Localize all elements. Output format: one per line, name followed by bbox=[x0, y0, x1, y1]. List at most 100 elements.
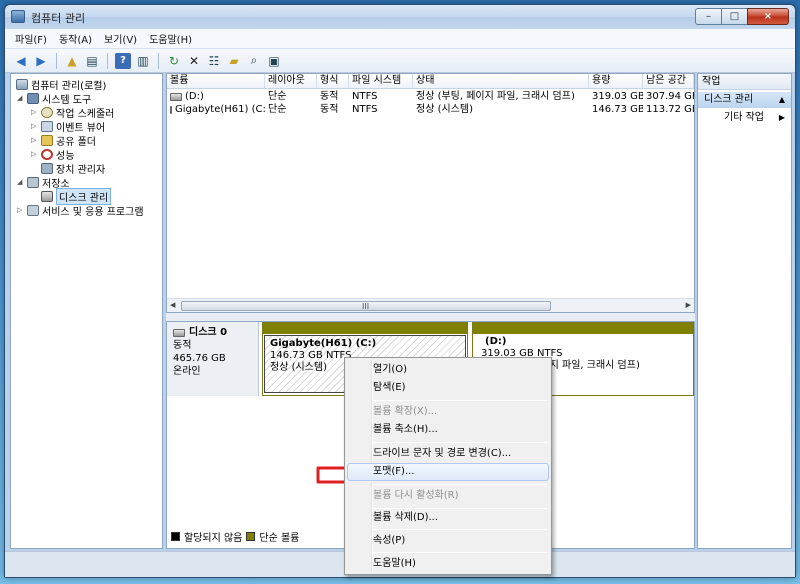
delete-icon[interactable]: ✕ bbox=[186, 53, 202, 69]
title-bar[interactable]: 컴퓨터 관리 – □ × bbox=[5, 5, 795, 29]
refresh-icon[interactable]: ↻ bbox=[166, 53, 182, 69]
volume-name: (D:) bbox=[185, 91, 204, 102]
menu-action[interactable]: 동작(A) bbox=[53, 31, 98, 46]
volume-name-cell: (D:) bbox=[167, 90, 265, 103]
menu-help[interactable]: 도움말(H) bbox=[143, 31, 198, 46]
collapse-arrow-icon[interactable]: ◢ bbox=[17, 178, 26, 186]
maximize-button[interactable]: □ bbox=[721, 8, 747, 25]
toolbar-separator bbox=[158, 52, 159, 69]
search-icon[interactable]: ⌕ bbox=[246, 53, 262, 69]
menu-item-shrink-volume[interactable]: 볼륨 축소(H)... bbox=[347, 421, 549, 439]
computer-management-icon bbox=[11, 10, 25, 23]
column-header-file-system[interactable]: 파일 시스템 bbox=[349, 74, 413, 88]
collapse-arrow-icon[interactable]: ◢ bbox=[17, 94, 26, 102]
scrollbar-thumb[interactable]: III bbox=[181, 301, 551, 311]
disk-0-label[interactable]: 디스크 0 동적 465.76 GB 온라인 bbox=[167, 322, 259, 396]
expand-arrow-icon[interactable]: ▷ bbox=[31, 108, 40, 116]
menu-item-properties[interactable]: 속성(P) bbox=[347, 532, 549, 550]
scroll-left-icon[interactable]: ◀ bbox=[170, 301, 175, 309]
actions-pane: 작업 디스크 관리 ▲ 기타 작업 ▶ bbox=[697, 73, 792, 549]
menu-separator bbox=[373, 529, 547, 530]
column-header-layout[interactable]: 레이아웃 bbox=[265, 74, 317, 88]
help-icon[interactable]: ? bbox=[115, 52, 131, 69]
expand-arrow-icon[interactable]: ▷ bbox=[31, 150, 40, 158]
volume-free-space: 113.72 GB bbox=[646, 104, 694, 115]
scroll-right-icon[interactable]: ▶ bbox=[686, 301, 691, 309]
minimize-button[interactable]: – bbox=[695, 8, 721, 25]
open-icon[interactable]: ▰ bbox=[226, 53, 242, 69]
tree-item-label: 공유 폴더 bbox=[56, 136, 96, 148]
column-header-volume[interactable]: 볼륨 bbox=[167, 74, 265, 88]
tree-item-disk-management[interactable]: 디스크 관리 bbox=[40, 187, 112, 205]
properties-icon[interactable]: ☷ bbox=[206, 53, 222, 69]
disk-icon bbox=[173, 328, 185, 337]
menu-item-open[interactable]: 열기(O) bbox=[347, 361, 549, 379]
disk-name: 디스크 0 bbox=[189, 327, 228, 338]
simple-volume-swatch bbox=[246, 532, 256, 541]
device-manager-icon bbox=[41, 162, 53, 174]
volume-row-d[interactable]: (D:) 단순 동적 NTFS 정상 (부팅, 페이지 파일, 크래시 덤프) … bbox=[167, 90, 694, 103]
action-more-actions[interactable]: 기타 작업 ▶ bbox=[698, 110, 791, 126]
menu-bar: 파일(F) 동작(A) 보기(V) 도움말(H) bbox=[5, 29, 795, 49]
volume-row-c[interactable]: Gigabyte(H61) (C:) 단순 동적 NTFS 정상 (시스템) 1… bbox=[167, 103, 694, 116]
simple-volume-bar bbox=[263, 323, 467, 334]
submenu-arrow-icon: ▶ bbox=[778, 113, 785, 122]
disk-management-icon bbox=[41, 190, 53, 202]
column-header-capacity[interactable]: 용량 bbox=[589, 74, 643, 88]
menu-separator bbox=[373, 484, 547, 485]
menu-item-explore[interactable]: 탐색(E) bbox=[347, 379, 549, 397]
expand-arrow-icon[interactable]: ▷ bbox=[31, 122, 40, 130]
tree-item-device-manager[interactable]: 장치 관리자 bbox=[40, 161, 105, 176]
show-hide-tree-icon[interactable]: ▤ bbox=[84, 53, 100, 69]
menu-item-delete-volume[interactable]: 볼륨 삭제(D)... bbox=[347, 509, 549, 527]
menu-item-reactivate-volume[interactable]: 볼륨 다시 활성화(R) bbox=[347, 487, 549, 505]
forward-icon[interactable]: ▶ bbox=[33, 53, 49, 69]
unallocated-swatch bbox=[171, 532, 180, 541]
show-hide-action-icon[interactable]: ▥ bbox=[135, 53, 151, 69]
disk-size: 465.76 GB bbox=[173, 353, 226, 364]
export-icon[interactable]: ▣ bbox=[266, 53, 282, 69]
collapse-caret-icon[interactable]: ▲ bbox=[779, 92, 785, 108]
partition-name: (D:) bbox=[485, 336, 507, 347]
tree-item-event-viewer[interactable]: ▷ 이벤트 뷰어 bbox=[31, 119, 105, 134]
volume-list-header: 볼륨 레이아웃 형식 파일 시스템 상태 용량 남은 공간 bbox=[167, 74, 694, 89]
computer-icon bbox=[16, 78, 28, 90]
volume-capacity: 146.73 GB bbox=[592, 104, 643, 115]
column-header-status[interactable]: 상태 bbox=[413, 74, 589, 88]
menu-separator bbox=[373, 400, 547, 401]
column-header-type[interactable]: 형식 bbox=[317, 74, 349, 88]
menu-item-extend-volume[interactable]: 볼륨 확장(X)... bbox=[347, 403, 549, 421]
up-icon[interactable]: ▲ bbox=[64, 53, 80, 69]
expand-arrow-icon[interactable]: ▷ bbox=[17, 206, 26, 214]
menu-file[interactable]: 파일(F) bbox=[9, 31, 53, 46]
services-icon bbox=[27, 204, 39, 216]
actions-section-disk-management[interactable]: 디스크 관리 ▲ bbox=[698, 92, 791, 108]
back-icon[interactable]: ◀ bbox=[13, 53, 29, 69]
menu-item-help[interactable]: 도움말(H) bbox=[347, 555, 549, 573]
tree-item-label: 시스템 도구 bbox=[42, 94, 92, 106]
tree-item-services-applications[interactable]: ▷ 서비스 및 응용 프로그램 bbox=[17, 203, 144, 218]
legend-simple-volume: 단순 볼륨 bbox=[259, 533, 300, 544]
storage-icon bbox=[27, 176, 39, 188]
column-header-free-space[interactable]: 남은 공간 bbox=[643, 74, 694, 88]
volume-layout: 단순 bbox=[268, 104, 287, 115]
tree-item-performance[interactable]: ▷ 성능 bbox=[31, 147, 75, 162]
close-button[interactable]: × bbox=[747, 8, 789, 25]
menu-view[interactable]: 보기(V) bbox=[98, 31, 143, 46]
volume-type: 동적 bbox=[320, 104, 339, 115]
tree-item-label: 컴퓨터 관리(로컬) bbox=[31, 80, 107, 92]
volume-icon bbox=[170, 105, 172, 114]
actions-header: 작업 bbox=[698, 74, 791, 90]
shared-folder-icon bbox=[41, 134, 53, 146]
horizontal-scrollbar[interactable]: ◀ III ▶ bbox=[167, 298, 694, 312]
menu-item-format[interactable]: 포맷(F)... bbox=[347, 463, 549, 481]
tree-item-label: 성능 bbox=[56, 150, 75, 162]
volume-type: 동적 bbox=[320, 91, 339, 102]
expand-arrow-icon[interactable]: ▷ bbox=[31, 136, 40, 144]
menu-item-change-drive-letter[interactable]: 드라이브 문자 및 경로 변경(C)... bbox=[347, 445, 549, 463]
tree-item-task-scheduler[interactable]: ▷ 작업 스케줄러 bbox=[31, 105, 114, 120]
volume-status: 정상 (시스템) bbox=[416, 104, 473, 115]
tree-item-computer-management[interactable]: 컴퓨터 관리(로컬) bbox=[15, 77, 107, 92]
tree-item-system-tools[interactable]: ◢ 시스템 도구 bbox=[17, 91, 92, 106]
tree-item-shared-folders[interactable]: ▷ 공유 폴더 bbox=[31, 133, 96, 148]
